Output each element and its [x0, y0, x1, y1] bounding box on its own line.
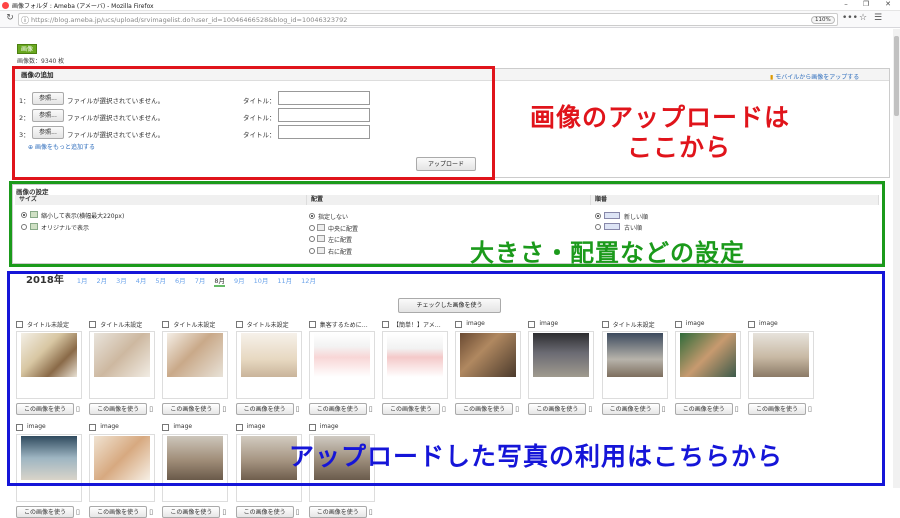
use-image-button[interactable]: この画像を使う [235, 506, 294, 518]
url-text[interactable]: https://blog.ameba.jp/ucs/upload/srvimag… [31, 16, 347, 24]
more-icon[interactable]: ••• [842, 13, 858, 23]
gallery-note: アップロードした写真の利用はこちらから [289, 442, 784, 471]
use-image-button[interactable]: この画像を使う [162, 506, 221, 518]
use-image-button[interactable]: この画像を使う [308, 506, 367, 518]
scrollbar-thumb[interactable] [894, 36, 899, 116]
use-image-button[interactable]: この画像を使う [16, 506, 74, 518]
browser-navbar: ↻ ⓘ https://blog.ameba.jp/ucs/upload/srv… [0, 11, 900, 28]
mobile-upload-label[interactable]: モバイルから画像をアップする [775, 74, 859, 81]
menu-icon[interactable]: ☰ [872, 13, 884, 23]
settings-highlight-box [9, 181, 885, 267]
upload-note-line2: ここから [627, 133, 732, 162]
reload-icon[interactable]: ↻ [4, 13, 16, 23]
zoom-indicator[interactable]: 110% [811, 16, 835, 24]
use-image-button[interactable]: この画像を使う [89, 506, 148, 518]
trash-icon[interactable]: ▯ [369, 508, 373, 516]
phone-icon: ▮ [770, 74, 774, 81]
maximize-button[interactable]: ❐ [858, 0, 874, 8]
mobile-upload-link[interactable]: ▮ モバイルから画像をアップする [770, 72, 859, 81]
minimize-button[interactable]: – [838, 0, 854, 8]
settings-note: 大きさ・配置などの設定 [470, 239, 745, 267]
trash-icon[interactable]: ▯ [76, 508, 80, 516]
trash-icon[interactable]: ▯ [296, 508, 300, 516]
url-bar[interactable]: ⓘ https://blog.ameba.jp/ucs/upload/srvim… [18, 13, 838, 26]
trash-icon[interactable]: ▯ [149, 508, 153, 516]
folder-badge[interactable]: 画像 [17, 44, 38, 54]
window-titlebar: 画像フォルダ : Ameba (アメーバ) - Mozilla Firefox … [0, 0, 900, 11]
trash-icon[interactable]: ▯ [222, 508, 226, 516]
info-icon[interactable]: ⓘ [21, 15, 29, 26]
bookmark-icon[interactable]: ☆ [857, 13, 869, 23]
firefox-icon [2, 2, 9, 9]
image-count: 画像数：9340 枚 [17, 58, 65, 65]
upload-highlight-box [12, 66, 495, 180]
window-title: 画像フォルダ : Ameba (アメーバ) - Mozilla Firefox [12, 3, 154, 10]
close-button[interactable]: ✕ [880, 0, 896, 8]
